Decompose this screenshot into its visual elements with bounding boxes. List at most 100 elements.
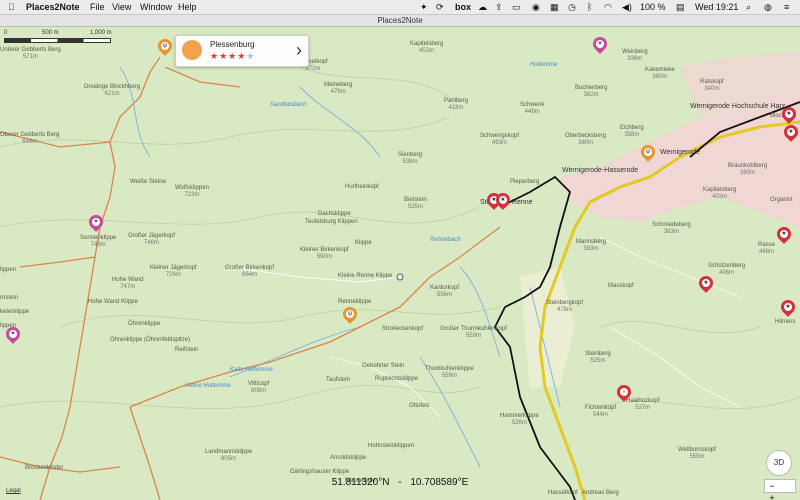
- map-label: Hohnsteinklippen: [368, 443, 415, 449]
- map-label: Oberer Gebberts Berg 649m: [0, 132, 60, 145]
- meadow: [520, 267, 575, 387]
- zoom-control: − +: [764, 479, 796, 500]
- map-label: Mannsberg 383m: [576, 239, 607, 252]
- map-label: Masskopf: [608, 283, 634, 289]
- apple-menu-icon[interactable]: : [8, 1, 15, 13]
- upload-icon[interactable]: ⇪: [495, 1, 503, 13]
- map-label: Weiße Steine: [130, 179, 166, 185]
- map-label: Klippe: [355, 240, 372, 246]
- latitude: 51.811320°N: [331, 477, 390, 488]
- longitude: 10.708589°E: [410, 477, 469, 488]
- menu-file[interactable]: File: [90, 1, 105, 13]
- map-label: Dreiänge Blockhberg 621m: [84, 84, 141, 97]
- volume-icon[interactable]: ◀): [622, 1, 632, 13]
- restaurant-icon: [182, 40, 202, 60]
- map-label: Unterer Gebberts Berg 571m: [0, 47, 61, 60]
- chevron-right-icon[interactable]: ›: [296, 39, 302, 61]
- map-label: Gärlingshauser Klippe: [290, 469, 350, 475]
- star-icon: ★: [237, 51, 247, 61]
- map-label: Vitticopf 608m: [248, 381, 270, 394]
- map-label: Bielstein 525m: [404, 197, 427, 210]
- map-label: Kleiner Jägerkopf 726m: [150, 265, 197, 278]
- coord-separator: -: [398, 477, 402, 488]
- map-label: Taufstein: [326, 377, 351, 383]
- map-label: Schmiedeberg 383m: [652, 222, 691, 235]
- stream-label: Sandtalsbach: [270, 102, 307, 108]
- map-label: Ratskopf 340m: [700, 79, 724, 92]
- menu-window[interactable]: Window: [140, 1, 172, 13]
- scale-bar: 0 500 m 1,000 m: [4, 30, 114, 46]
- menu-help[interactable]: Help: [178, 1, 197, 13]
- stream-label: Holtemme: [530, 62, 558, 68]
- app-menu[interactable]: Places2Note: [26, 1, 80, 13]
- map-label: Kakemieke 380m: [645, 67, 675, 80]
- star-icon: ★: [210, 51, 220, 61]
- map-label: Schützenberg 406m: [708, 263, 746, 276]
- screen-icon[interactable]: ▭: [512, 1, 521, 13]
- map-label: Gebohrter Stein: [362, 363, 405, 369]
- menu-bar:  Places2Note File View Window Help ✦ ⟳ …: [0, 0, 800, 15]
- map-label: Hurlheinkopf: [345, 184, 379, 190]
- stream-label: Kalte Holtemme: [230, 367, 273, 373]
- search-icon[interactable]: ⌕: [746, 1, 751, 13]
- map-label: Andreas Berg: [582, 490, 619, 496]
- sync-icon[interactable]: ⟳: [436, 1, 444, 13]
- map-label: Arnoldsklippe: [330, 455, 367, 461]
- map-label: Renneklippe: [338, 299, 372, 305]
- map-label: Kleine Renne Klippe: [338, 273, 393, 279]
- place-title: Plessenburg: [210, 40, 255, 49]
- map-label: Schwenk 449m: [520, 102, 545, 115]
- map-label: Ruprechtsklippe: [375, 376, 419, 382]
- map-label: Kapitelsberg 403m: [703, 187, 737, 200]
- map-label: rnstein: [0, 295, 19, 301]
- dropbox-icon[interactable]: ✦: [420, 1, 428, 13]
- map-label: Rasse 448m: [758, 242, 776, 255]
- clock-label[interactable]: Wed 19:21: [695, 1, 738, 13]
- window-title: Places2Note: [0, 15, 800, 27]
- list-icon[interactable]: ≡: [784, 1, 789, 13]
- flag-icon[interactable]: ▤: [676, 1, 685, 13]
- star-icon: ★: [246, 51, 256, 61]
- map-label: Kleiner Birkenkopf 590m: [300, 247, 349, 260]
- zoom-in-button[interactable]: +: [765, 492, 779, 500]
- battery-label[interactable]: 100 %: [640, 1, 666, 13]
- map-label: Wellbornskopf 555m: [678, 447, 716, 460]
- grid-icon[interactable]: ▦: [550, 1, 559, 13]
- map-label: Dachsklippe: [318, 211, 351, 217]
- town-label: Wernigerode Hochschule Harz: [690, 103, 786, 110]
- route-node: [396, 273, 404, 281]
- place-callout[interactable]: Plessenburg ★★★★★ ›: [175, 35, 309, 67]
- clock-icon[interactable]: ◷: [568, 1, 576, 13]
- map-label: Großer Jägerkopf 746m: [128, 233, 176, 246]
- map-label: Sonnenklippe 749m: [80, 235, 117, 248]
- wifi-icon[interactable]: ◠: [604, 1, 612, 13]
- cloud-icon[interactable]: ☁: [478, 1, 487, 13]
- eye-icon[interactable]: ◉: [532, 1, 540, 13]
- map-view[interactable]: 0 500 m 1,000 m Unterer Gebberts Berg 571…: [0, 27, 800, 500]
- scale-mid: 500 m: [42, 30, 59, 36]
- user-icon[interactable]: ◍: [764, 1, 772, 13]
- map-label: Steinbergkopf 478m: [546, 300, 584, 313]
- scale-end: 1,000 m: [90, 30, 112, 36]
- map-label: Oberbecksberg 380m: [565, 133, 607, 146]
- bluetooth-icon[interactable]: ᛒ: [587, 1, 592, 13]
- map-label: Öhrenklippe: [128, 321, 161, 327]
- stream-label: Kleine Holtemme: [185, 383, 231, 389]
- map-label: Haalhozkopf 537m: [626, 398, 660, 411]
- zoom-out-button[interactable]: −: [765, 480, 779, 492]
- map-label: Hohe Wand Klippe: [88, 299, 138, 305]
- map-label: Kapitelsberg 452m: [410, 41, 444, 54]
- map-label: Pieperberg: [510, 179, 540, 185]
- box-icon[interactable]: box: [455, 1, 471, 13]
- map-label: Fichtenkopf 544m: [585, 405, 617, 418]
- map-label: Teufelsburg Klippen: [305, 219, 358, 225]
- map-label: Hohe Wand 747m: [112, 277, 144, 290]
- menu-view[interactable]: View: [112, 1, 131, 13]
- map-label: Schwengskopf 493m: [480, 133, 520, 146]
- map-label: Kantorkopf 556m: [430, 285, 460, 298]
- coordinate-readout: 51.811320°N - 10.708589°E: [0, 477, 800, 488]
- map-label: Großer Thurmkuhlenkopf 559m: [440, 326, 507, 339]
- toggle-3d-button[interactable]: 3D: [766, 450, 792, 476]
- legal-link[interactable]: Legal: [6, 488, 21, 494]
- map-label: Buchenberg 382m: [575, 85, 608, 98]
